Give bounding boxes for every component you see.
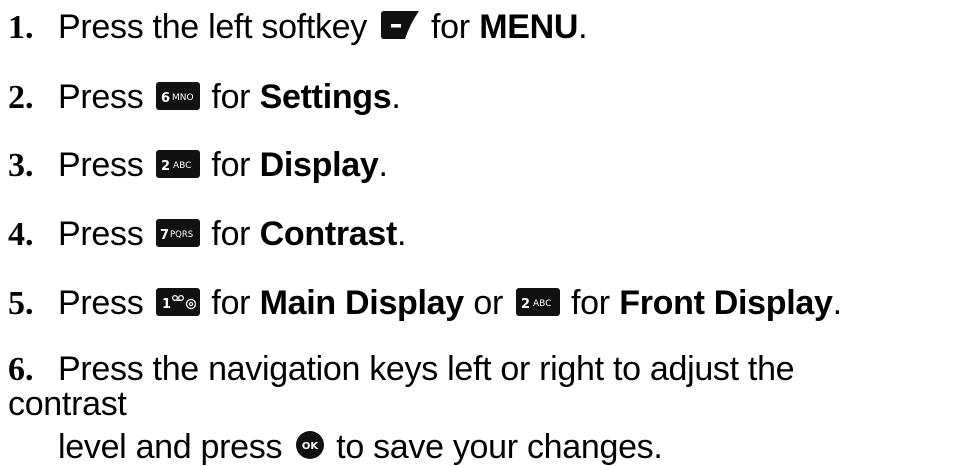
key-2-abc-icon: 2 ABC — [156, 150, 201, 178]
step-number: 2. — [8, 79, 34, 116]
step-3: 3. Press 2 ABC for Display. — [8, 148, 388, 183]
step-number: 1. — [8, 9, 34, 46]
svg-text:2: 2 — [161, 159, 170, 174]
left-softkey-icon — [380, 11, 419, 39]
step-end: . — [397, 215, 407, 253]
key-7-pqrs-icon: 7 PQRS — [156, 219, 201, 247]
svg-text:OK: OK — [302, 441, 320, 452]
svg-text:1: 1 — [162, 297, 171, 312]
step-number: 4. — [8, 216, 34, 253]
step-text: for — [211, 146, 251, 184]
step-end: . — [832, 284, 842, 322]
step-target: Main Display — [259, 284, 465, 322]
step-end: . — [378, 146, 388, 184]
svg-text:2: 2 — [521, 297, 530, 312]
step-target: MENU — [479, 8, 579, 46]
svg-text:ABC: ABC — [533, 299, 551, 309]
step-text: Press — [58, 146, 144, 184]
step-target: Display — [259, 146, 379, 184]
svg-text:6: 6 — [161, 91, 170, 106]
step-number: 5. — [8, 285, 34, 322]
key-2-abc-icon: 2 ABC — [516, 288, 560, 316]
step-6-line-2: level and press OK to save your changes. — [8, 429, 908, 464]
step-target: Contrast — [259, 215, 398, 253]
step-text: or — [473, 284, 503, 322]
step-text: Press the navigation keys left or right … — [8, 350, 795, 423]
step-text: to save your changes. — [336, 428, 663, 466]
ok-key-icon: OK — [296, 431, 325, 459]
step-text: Press — [58, 78, 144, 116]
svg-text:PQRS: PQRS — [170, 230, 193, 240]
step-text: for — [430, 8, 470, 46]
svg-text:ABC: ABC — [173, 161, 191, 171]
step-number: 6. — [8, 351, 34, 388]
step-text: Press — [58, 215, 144, 253]
step-1: 1. Press the left softkey for MENU. — [8, 8, 588, 46]
svg-text:MNO: MNO — [172, 93, 194, 103]
svg-text:7: 7 — [160, 228, 169, 243]
step-number: 3. — [8, 147, 34, 184]
step-text: for — [211, 215, 251, 253]
step-text: level and press — [58, 428, 283, 466]
step-text: for — [211, 78, 251, 116]
step-target: Front Display — [619, 284, 833, 322]
step-end: . — [391, 78, 401, 116]
key-1-voicemail-icon: 1 — [156, 288, 201, 316]
step-6: 6. Press the navigation keys left or righ… — [8, 352, 908, 464]
step-text: for — [571, 284, 610, 322]
key-6-mno-icon: 6 MNO — [156, 82, 201, 110]
step-end: . — [578, 8, 588, 46]
step-5: 5. Press 1 for Main Display or 2 ABC for … — [8, 286, 842, 321]
step-text: Press — [58, 284, 144, 322]
step-text: for — [211, 284, 251, 322]
step-target: Settings — [259, 78, 392, 116]
step-4: 4. Press 7 PQRS for Contrast. — [8, 215, 407, 253]
step-text: Press the left softkey — [58, 8, 367, 46]
step-2: 2. Press 6 MNO for Settings. — [8, 80, 401, 115]
